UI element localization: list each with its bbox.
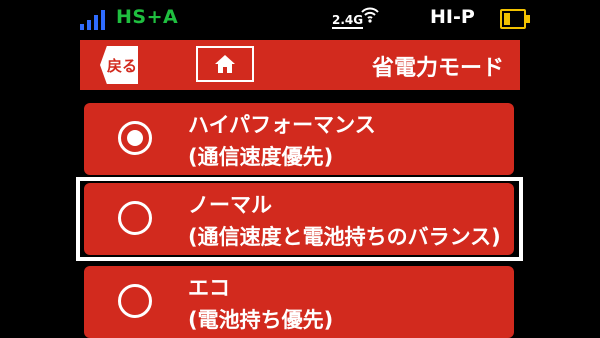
option-title: ハイパフォーマンス [188,113,376,137]
network-type: HS+A [116,6,179,28]
radio-button-selected[interactable] [118,121,152,155]
status-bar: HS+A 2.4G HI-P [0,0,600,36]
option-subtitle: (通信速度優先) [188,145,334,169]
radio-dot [127,130,143,146]
back-button[interactable]: 戻る [100,46,138,84]
header-bar: 戻る 省電力モード [80,40,520,90]
mode-indicator: HI-P [430,6,475,28]
focus-highlight [76,177,523,261]
wifi-band: 2.4G [332,13,364,29]
back-button-label: 戻る [106,56,137,75]
signal-bars-icon [80,8,110,30]
option-title: エコ [188,276,230,300]
home-button[interactable] [196,46,254,82]
option-eco[interactable]: エコ (電池持ち優先) [84,266,514,338]
battery-icon [500,9,530,29]
page-title: 省電力モード [371,56,504,81]
home-icon [215,55,235,73]
option-high-performance[interactable]: ハイパフォーマンス (通信速度優先) [84,103,514,175]
wifi-icon: 2.4G [332,4,382,32]
battery-fill [504,13,511,25]
radio-button[interactable] [118,284,152,318]
option-subtitle: (電池持ち優先) [188,308,334,332]
